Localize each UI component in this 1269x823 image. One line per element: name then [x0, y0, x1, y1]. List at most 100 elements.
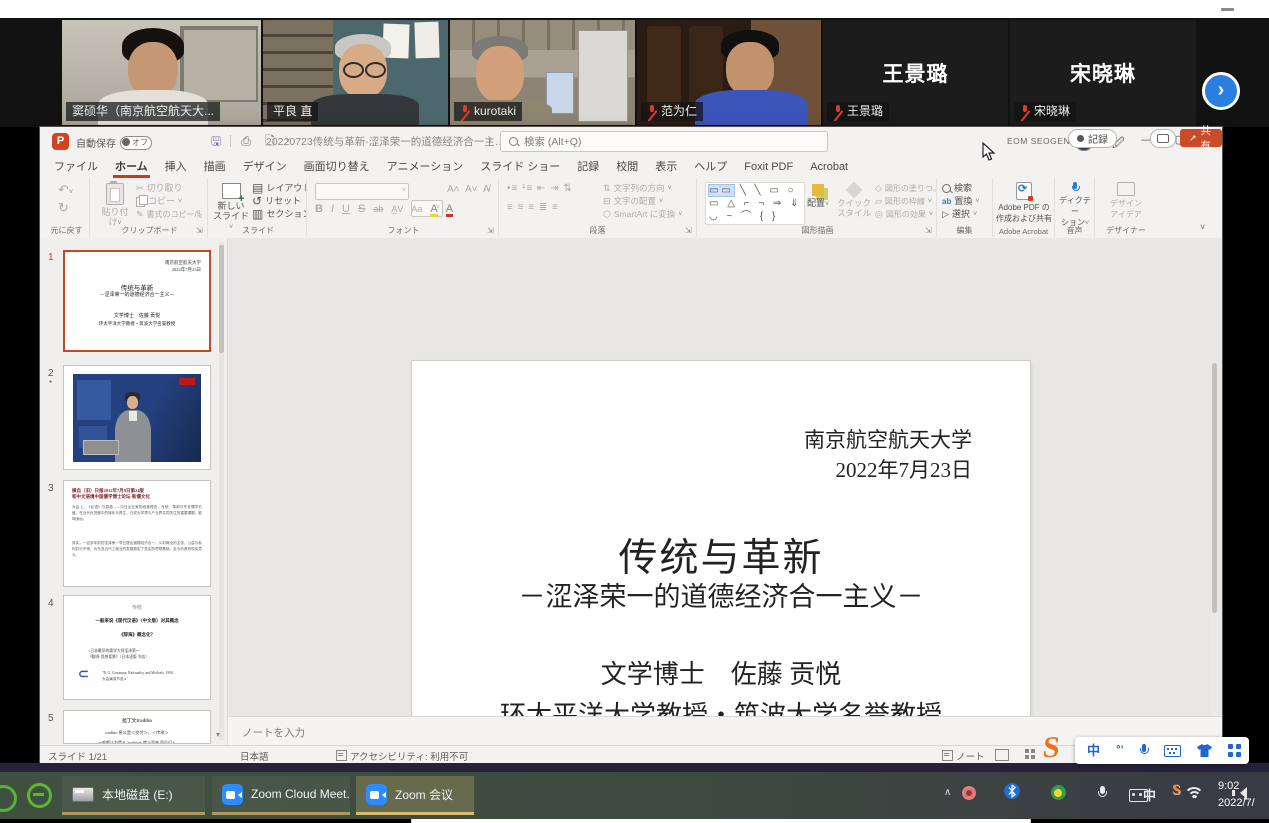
bluetooth-icon[interactable]: [1004, 783, 1020, 799]
record-button[interactable]: 記録: [1068, 129, 1117, 148]
dictate-button[interactable]: ディクテー ション˅: [1056, 182, 1094, 229]
shape-gallery-row1[interactable]: ▭▭ ╲ ╲ ▭ ○: [709, 184, 801, 197]
search-input[interactable]: 検索 (Alt+Q): [500, 131, 828, 152]
paste-button[interactable]: 貼り付け˅: [98, 183, 132, 229]
text-direction-button[interactable]: ⇅文字列の方向˅: [603, 182, 682, 195]
tab-home[interactable]: ホーム: [115, 156, 148, 178]
paragraph-row1-icons[interactable]: •≡ ¹≡ ⇤ ⇥ ⇅: [507, 183, 573, 194]
tab-review[interactable]: 校閲: [616, 156, 638, 178]
account-name[interactable]: EOM SEOGEN: [1007, 136, 1070, 146]
underline-button[interactable]: U: [342, 203, 350, 215]
participant-tile-3[interactable]: kurotaki: [450, 20, 635, 125]
wifi-icon[interactable]: [1184, 787, 1202, 801]
strike-ab-button[interactable]: ab: [373, 204, 383, 214]
font-name-select[interactable]: [315, 183, 409, 200]
tab-help[interactable]: ヘルプ: [694, 156, 727, 178]
collapse-ribbon-icon[interactable]: ˅: [1200, 222, 1205, 232]
tab-transitions[interactable]: 画面切り替え: [304, 156, 370, 178]
design-ideas-button[interactable]: デザイン アイデア: [1101, 182, 1151, 220]
slide-thumbnail-2[interactable]: [63, 365, 211, 470]
tray-microphone-icon[interactable]: [1098, 786, 1106, 800]
dialog-launcher-icon[interactable]: ⇲: [685, 226, 694, 235]
tab-slideshow[interactable]: スライド ショー: [480, 156, 560, 178]
shape-gallery-row3[interactable]: ◡ ~ ⌒ { }: [709, 210, 801, 223]
copy-button[interactable]: コピー˅: [136, 195, 202, 208]
section-button[interactable]: ▥セクション˅: [252, 208, 307, 221]
redo-icon[interactable]: [58, 200, 69, 216]
input-language-button[interactable]: 中: [1087, 744, 1100, 757]
soft-keyboard-icon[interactable]: [1164, 745, 1181, 757]
bold-button[interactable]: B: [315, 203, 323, 215]
autosave-toggle[interactable]: 自動保存 オフ: [76, 135, 152, 150]
find-button[interactable]: 検索: [942, 182, 979, 195]
share-button[interactable]: ↗ 共有: [1180, 129, 1222, 147]
slide-sorter-view-icon[interactable]: [1025, 749, 1037, 759]
tray-app-icon-green[interactable]: [1051, 785, 1066, 800]
paragraph-row2-icons[interactable]: ≡ ≡ ≡ ≣ ≡: [507, 202, 559, 213]
dialog-launcher-icon[interactable]: ⇲: [487, 226, 496, 235]
kerning-button[interactable]: A̲V: [391, 204, 403, 214]
tray-expand-icon[interactable]: ∧: [944, 787, 951, 798]
document-title[interactable]: 20220723传统与革新-涩泽荣一的道德经济合一主义－ …: [266, 134, 506, 149]
tab-design[interactable]: デザイン: [243, 156, 287, 178]
powerpoint-logo-icon[interactable]: P: [52, 133, 69, 150]
minimize-strip-icon[interactable]: [1221, 8, 1234, 11]
tray-ime-indicator[interactable]: 中: [1143, 785, 1156, 804]
next-participants-button[interactable]: ›: [1202, 72, 1240, 110]
tray-sogou-icon[interactable]: S: [1172, 782, 1180, 799]
tab-record[interactable]: 記録: [577, 156, 599, 178]
cut-button[interactable]: 切り取り: [136, 182, 202, 195]
shape-outline-button[interactable]: ▱図形の枠線˅: [875, 195, 937, 208]
sogou-logo[interactable]: S: [1041, 731, 1061, 765]
italic-button[interactable]: I: [331, 203, 334, 215]
slide-thumbnail-4[interactable]: 传统 一般来说《现代汉语》〈中文版〉对其概念 《辞海》概念化？ ○日本最早的儒学…: [63, 595, 211, 700]
shape-effects-button[interactable]: ◎図形の効果˅: [875, 208, 937, 221]
format-painter-button[interactable]: 書式のコピー/貼り付け: [136, 208, 202, 221]
strikethrough-button[interactable]: S: [358, 203, 365, 215]
punctuation-button[interactable]: °’: [1116, 745, 1123, 756]
thumbnail-scroll-down-icon[interactable]: ▾: [216, 730, 220, 739]
arrange-button[interactable]: 配置˅: [803, 184, 833, 210]
tab-file[interactable]: ファイル: [54, 156, 98, 178]
tray-app-icon-red[interactable]: [962, 786, 976, 800]
start-orb-icon[interactable]: [0, 785, 17, 812]
clear-format-icon[interactable]: A̸: [483, 184, 490, 195]
participant-tile-1[interactable]: 窦硕华（南京航空航天大...: [62, 20, 261, 125]
participant-tile-6[interactable]: 宋晓琳 宋晓琳: [1010, 20, 1196, 125]
grow-font-button[interactable]: A˄: [447, 184, 460, 195]
shape-fill-button[interactable]: ◇図形の塗りつぶし˅: [875, 182, 937, 195]
change-case-button[interactable]: Aa: [411, 204, 422, 214]
shape-gallery-row2[interactable]: ▭ △ ⌐ ¬ ⇒ ⇓: [709, 197, 801, 210]
title-dropdown-icon[interactable]: ˅: [488, 138, 492, 145]
select-button[interactable]: ▷選択˅: [942, 208, 979, 221]
participant-tile-2[interactable]: 平良 直: [263, 20, 448, 125]
tab-insert[interactable]: 挿入: [165, 156, 187, 178]
dialog-launcher-icon[interactable]: ⇲: [196, 226, 205, 235]
taskbar-item-zoom-meeting[interactable]: Zoom 会议: [356, 776, 474, 815]
voice-input-icon[interactable]: [1140, 744, 1148, 757]
language-indicator[interactable]: 日本語: [240, 749, 269, 763]
slide-thumbnail-3[interactable]: 摘自（旧）日报2012年7月9日第24版和中文语境中国儒学博士论坛·新儒文化 大…: [63, 480, 211, 587]
notes-toggle-button[interactable]: ノート: [942, 749, 985, 763]
align-text-button[interactable]: ⊟文字の配置˅: [603, 195, 682, 208]
tab-draw[interactable]: 描画: [204, 156, 226, 178]
thumbnail-scrollbar[interactable]: [219, 242, 224, 740]
tab-acrobat[interactable]: Acrobat: [810, 156, 848, 178]
browser-icon[interactable]: [27, 783, 52, 808]
taskbar-item-local-disk[interactable]: 本地磁盘 (E:): [62, 776, 205, 815]
shrink-font-button[interactable]: A˅: [465, 184, 478, 195]
slide-thumbnail-1[interactable]: 南京航空航天大学2022年7月23日 传统与革新 －涩泽荣一的道德经济合一主义－…: [63, 250, 211, 352]
slide-thumbnail-5[interactable]: 拉丁文traditio traditio 原义是＜交付＞、＜传承＞ 一般都认为是…: [63, 710, 211, 744]
taskbar-item-zoom-cloud[interactable]: Zoom Cloud Meet...: [212, 776, 350, 815]
participant-tile-4[interactable]: 范为仁: [637, 20, 821, 125]
toolbox-icon[interactable]: [1228, 744, 1241, 757]
highlight-color-button[interactable]: A: [430, 204, 437, 217]
clock[interactable]: 9:02 2022/7/: [1218, 778, 1269, 812]
skin-shirt-icon[interactable]: [1197, 744, 1212, 757]
font-color-button[interactable]: A: [446, 204, 453, 217]
tab-foxit-pdf[interactable]: Foxit PDF: [744, 156, 793, 178]
dialog-launcher-icon[interactable]: ⇲: [925, 226, 934, 235]
tab-view[interactable]: 表示: [655, 156, 677, 178]
normal-view-icon[interactable]: [995, 749, 1009, 761]
comments-button[interactable]: [1150, 129, 1176, 148]
